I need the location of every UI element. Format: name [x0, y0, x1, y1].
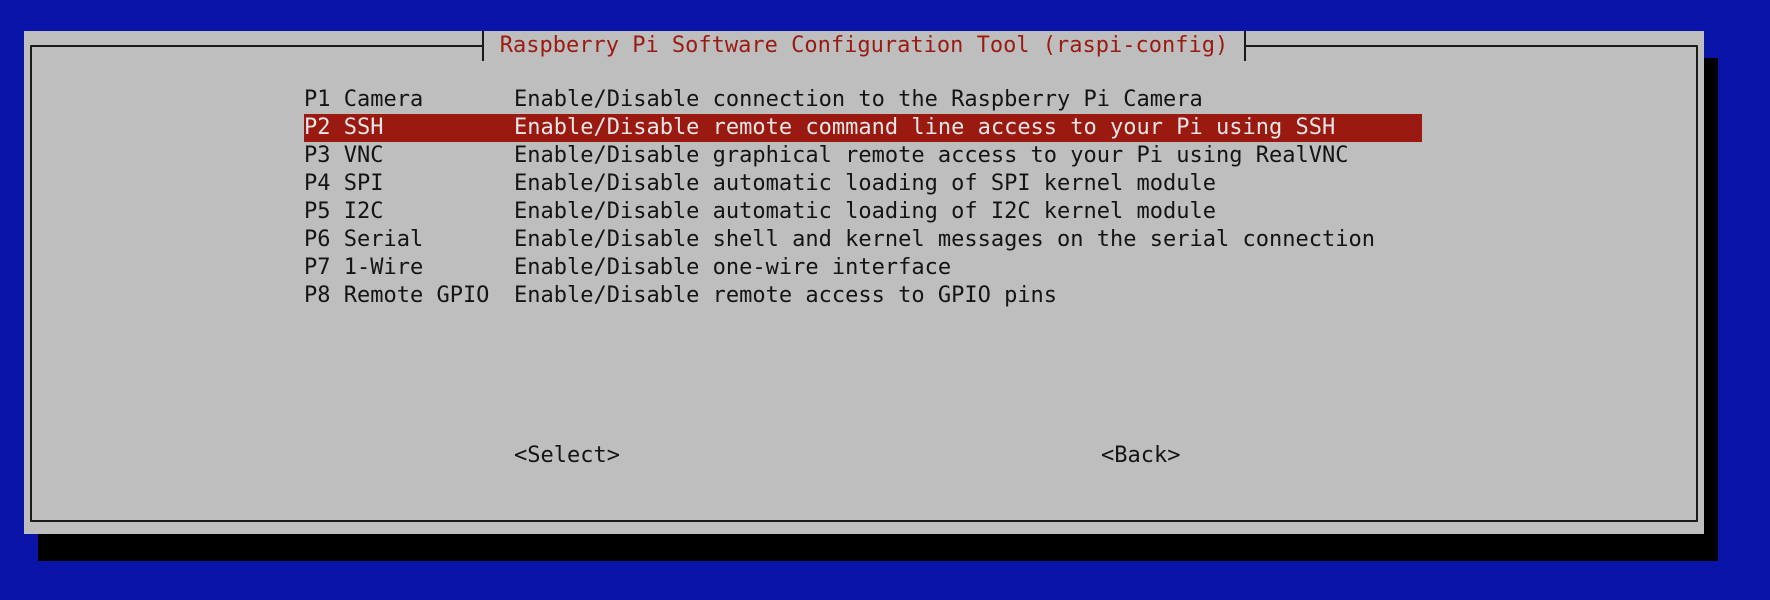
menu-item-desc: Enable/Disable connection to the Raspber…: [514, 87, 1203, 112]
menu-item-desc: Enable/Disable remote access to GPIO pin…: [514, 283, 1058, 308]
dialog-title-bar: Raspberry Pi Software Configuration Tool…: [24, 31, 1704, 61]
menu-item-desc: Enable/Disable remote command line acces…: [514, 115, 1336, 140]
menu-item-key: P6 Serial: [304, 227, 424, 252]
menu-item-camera[interactable]: P1 Camera Enable/Disable connection to t…: [304, 86, 1422, 114]
menu-item-desc: Enable/Disable one-wire interface: [514, 255, 952, 280]
menu-item-key: P5 I2C: [304, 199, 384, 224]
menu-item-spi[interactable]: P4 SPI Enable/Disable automatic loading …: [304, 170, 1422, 198]
menu-item-key: P1 Camera: [304, 87, 424, 112]
menu-item-key: P8 Remote GPIO: [304, 283, 490, 308]
interface-options-menu: P1 Camera Enable/Disable connection to t…: [304, 86, 1422, 310]
menu-item-key: P3 VNC: [304, 143, 384, 168]
menu-item-desc: Enable/Disable shell and kernel messages…: [514, 227, 1375, 252]
config-dialog: Raspberry Pi Software Configuration Tool…: [24, 31, 1704, 534]
dialog-title: Raspberry Pi Software Configuration Tool…: [481, 31, 1247, 61]
menu-item-key: P7 1-Wire: [304, 255, 424, 280]
menu-item-ssh[interactable]: P2 SSH Enable/Disable remote command lin…: [304, 114, 1422, 142]
menu-item-remote-gpio[interactable]: P8 Remote GPIO Enable/Disable remote acc…: [304, 282, 1422, 310]
back-button[interactable]: <Back>: [1101, 442, 1180, 470]
terminal-screen: Raspberry Pi Software Configuration Tool…: [0, 0, 1770, 600]
menu-item-desc: Enable/Disable graphical remote access t…: [514, 143, 1349, 168]
select-button[interactable]: <Select>: [514, 442, 620, 470]
menu-item-serial[interactable]: P6 Serial Enable/Disable shell and kerne…: [304, 226, 1422, 254]
menu-item-key: P4 SPI: [304, 171, 384, 196]
menu-item-1-wire[interactable]: P7 1-Wire Enable/Disable one-wire interf…: [304, 254, 1422, 282]
menu-item-desc: Enable/Disable automatic loading of SPI …: [514, 171, 1216, 196]
menu-item-i2c[interactable]: P5 I2C Enable/Disable automatic loading …: [304, 198, 1422, 226]
menu-item-vnc[interactable]: P3 VNC Enable/Disable graphical remote a…: [304, 142, 1422, 170]
menu-item-key: P2 SSH: [304, 115, 384, 140]
menu-item-desc: Enable/Disable automatic loading of I2C …: [514, 199, 1216, 224]
